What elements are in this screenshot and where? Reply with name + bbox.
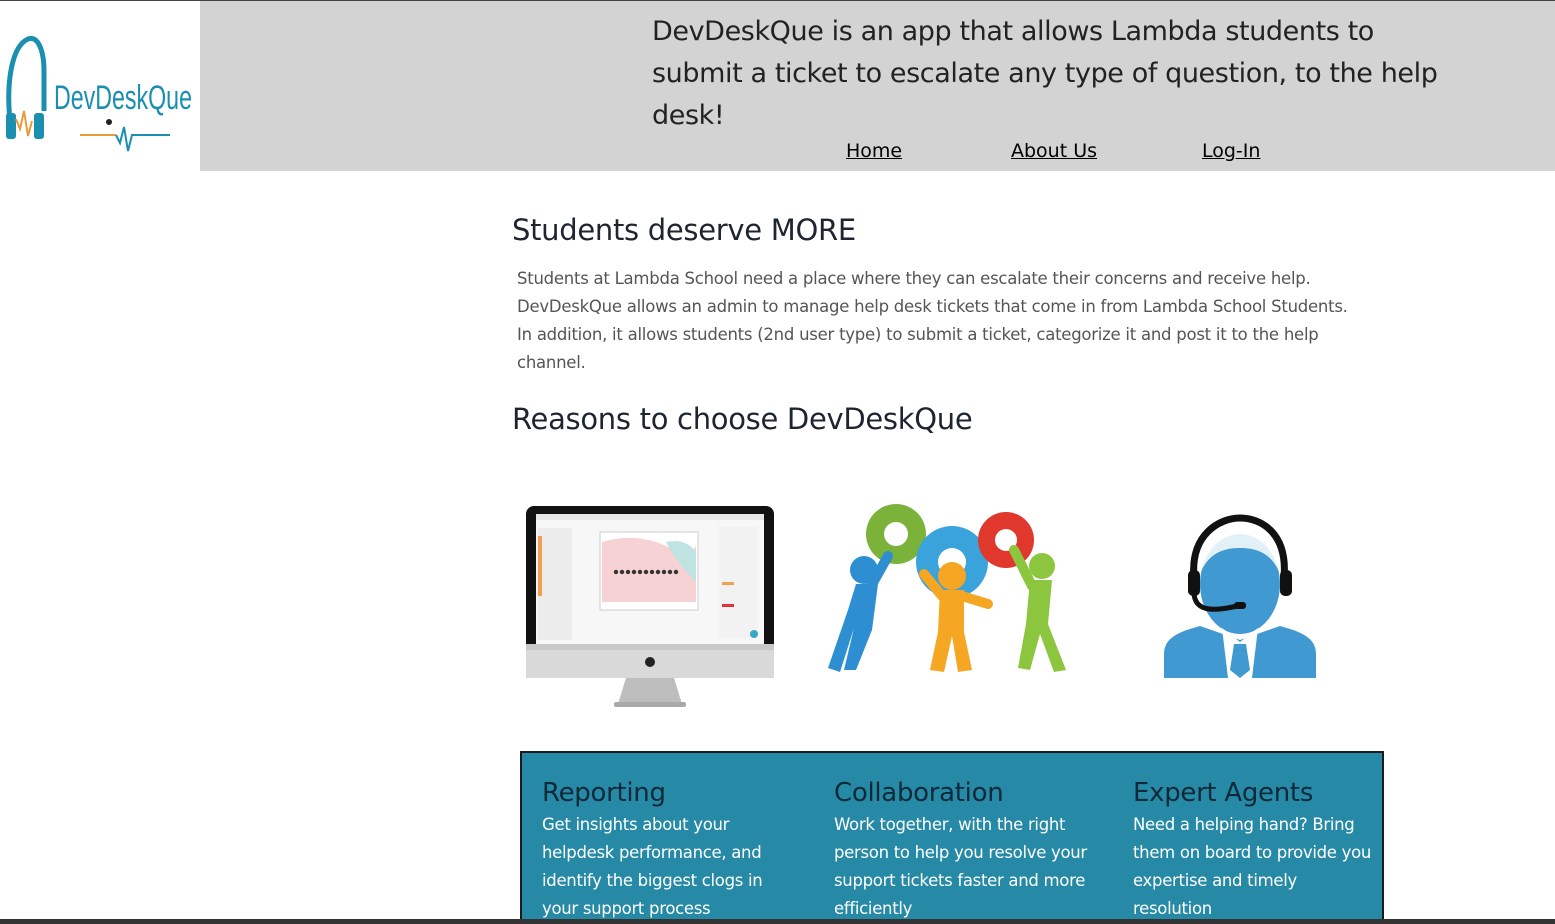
feature-body: Get insights about your helpdesk perform… — [542, 815, 763, 918]
support-agent-headset-illustration — [1164, 514, 1316, 678]
header-tagline: DevDeskQue is an app that allows Lambda … — [652, 16, 1438, 131]
people-gears-illustration — [828, 504, 1066, 672]
feature-reporting: Reporting Get insights about your helpde… — [542, 775, 802, 923]
nav-home-link[interactable]: Home — [846, 140, 902, 162]
feature-body: Need a helping hand? Bring them on board… — [1133, 815, 1372, 918]
feature-title: Reporting — [542, 778, 666, 808]
bottom-border — [0, 919, 1555, 924]
feature-collaboration: Collaboration Work together, with the ri… — [834, 775, 1094, 923]
intro-body: Students at Lambda School need a place w… — [517, 269, 1348, 372]
feature-body: Work together, with the right person to … — [834, 815, 1087, 918]
site-header: DevDeskQue is an app that allows Lambda … — [200, 1, 1555, 171]
feature-expert-agents: Expert Agents Need a helping hand? Bring… — [1133, 775, 1373, 923]
feature-title: Collaboration — [834, 778, 1004, 808]
nav-about-link[interactable]: About Us — [1011, 140, 1097, 162]
nav-login-link[interactable]: Log-In — [1202, 140, 1260, 162]
intro-title: Students deserve MORE — [512, 213, 856, 247]
reasons-title: Reasons to choose DevDeskQue — [512, 402, 973, 436]
logo[interactable]: DevDeskQue — [0, 1, 200, 171]
monitor-dashboard-illustration — [526, 506, 774, 707]
headset-logo-icon: DevDeskQue — [6, 35, 192, 152]
feature-title: Expert Agents — [1133, 778, 1314, 808]
logo-text: DevDeskQue — [54, 79, 192, 117]
features-panel: Reporting Get insights about your helpde… — [520, 751, 1384, 924]
